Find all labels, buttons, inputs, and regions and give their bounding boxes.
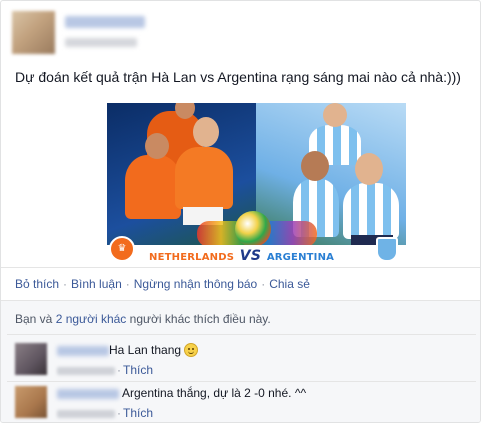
unfollow-link[interactable]: Ngừng nhận thông báo bbox=[134, 277, 257, 291]
comment-divider bbox=[7, 381, 476, 382]
netherlands-player-right bbox=[175, 147, 233, 209]
author-name-blurred[interactable] bbox=[65, 16, 145, 28]
comment-item: Ha Lan thang · Thích bbox=[15, 343, 475, 379]
comment-like-link[interactable]: Thích bbox=[123, 363, 153, 377]
comment-body: Ha Lan thang bbox=[109, 343, 182, 357]
argentina-player-back-head bbox=[323, 103, 347, 127]
news-feed-post: Dự đoán kết quả trận Hà Lan vs Argentina… bbox=[0, 0, 481, 423]
comment-body: Argentina thắng, dự là 2 -0 nhé. ^^ bbox=[122, 386, 307, 400]
action-separator: · bbox=[125, 277, 130, 291]
smiley-emoji-icon bbox=[184, 343, 199, 357]
comment-like-link[interactable]: Thích bbox=[123, 406, 153, 420]
likes-summary: Bạn và 2 người khác người khác thích điề… bbox=[15, 312, 271, 326]
commenter-avatar[interactable] bbox=[15, 386, 47, 418]
comment-timestamp-blurred[interactable] bbox=[57, 366, 115, 375]
post-actions-bar: Bỏ thích · Bình luận · Ngừng nhận thông báo ·… bbox=[15, 277, 310, 291]
afa-crest-icon bbox=[376, 237, 398, 262]
post-photo[interactable]: ♛ NETHERLANDS VS ARGENTINA bbox=[107, 103, 406, 263]
action-separator: · bbox=[63, 277, 68, 291]
author-avatar[interactable] bbox=[12, 11, 55, 54]
commenter-name-blurred[interactable] bbox=[57, 389, 119, 399]
netherlands-player-left bbox=[125, 155, 181, 219]
post-message: Dự đoán kết quả trận Hà Lan vs Argentina… bbox=[15, 69, 461, 85]
comment-timestamp-blurred[interactable] bbox=[57, 409, 115, 418]
banner-team-netherlands: NETHERLANDS bbox=[149, 252, 235, 263]
banner-vs: VS bbox=[239, 248, 262, 263]
actions-divider bbox=[1, 267, 480, 268]
comment-text: Argentina thắng, dự là 2 -0 nhé. ^^ bbox=[122, 386, 306, 400]
likes-others-link[interactable]: 2 người khác bbox=[56, 312, 127, 326]
comment-text: Ha Lan thang bbox=[109, 343, 199, 357]
meta-separator: · bbox=[117, 406, 121, 420]
argentina-player-right-head bbox=[355, 153, 383, 185]
comment-link[interactable]: Bình luận bbox=[71, 277, 122, 291]
post-timestamp-blurred[interactable] bbox=[65, 38, 137, 47]
comment-meta: · Thích bbox=[57, 363, 153, 377]
comment-meta: · Thích bbox=[57, 406, 153, 420]
feedback-top-divider bbox=[1, 300, 480, 301]
commenter-name-blurred[interactable] bbox=[57, 346, 109, 356]
likes-suffix: người khác thích điều này. bbox=[126, 312, 271, 326]
match-banner-text: NETHERLANDS VS ARGENTINA bbox=[149, 248, 334, 263]
commenter-avatar[interactable] bbox=[15, 343, 47, 375]
netherlands-player-right-head bbox=[193, 117, 219, 147]
unlike-link[interactable]: Bỏ thích bbox=[15, 277, 59, 291]
netherlands-player-left-head bbox=[145, 133, 169, 159]
knvb-lion-icon: ♛ bbox=[109, 236, 135, 262]
argentina-player-left-head bbox=[301, 151, 329, 181]
banner-team-argentina: ARGENTINA bbox=[266, 252, 335, 263]
share-link[interactable]: Chia sẻ bbox=[269, 277, 310, 291]
likes-prefix: Bạn và bbox=[15, 312, 56, 326]
brazuca-ball-icon bbox=[235, 211, 271, 247]
argentina-player-right bbox=[343, 183, 399, 239]
likes-divider bbox=[7, 334, 476, 335]
action-separator: · bbox=[261, 277, 266, 291]
comment-item: Argentina thắng, dự là 2 -0 nhé. ^^ · Thí… bbox=[15, 386, 475, 422]
meta-separator: · bbox=[117, 363, 121, 377]
